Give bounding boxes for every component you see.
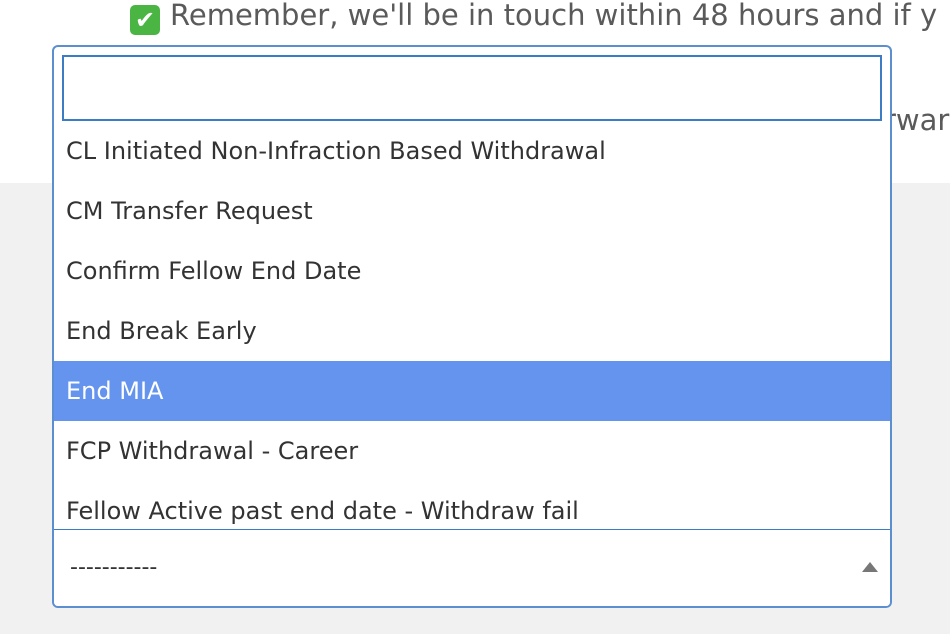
select-box[interactable]: ----------- — [54, 529, 890, 606]
option-item[interactable]: CM Transfer Request — [54, 181, 890, 241]
option-item[interactable]: Confirm Fellow End Date — [54, 241, 890, 301]
selected-value: ----------- — [70, 555, 158, 580]
check-mark-icon: ✔ — [130, 5, 160, 35]
option-item[interactable]: CL Initiated Non-Infraction Based Withdr… — [54, 121, 890, 181]
notice-text: Remember, we'll be in touch within 48 ho… — [170, 0, 938, 32]
partial-text-right: rwar — [884, 103, 950, 137]
select-dropdown[interactable]: CL Initiated Non-Infraction Based Withdr… — [52, 45, 892, 608]
search-input[interactable] — [62, 55, 882, 121]
option-item[interactable]: Fellow Active past end date - Withdraw f… — [54, 481, 890, 529]
options-list[interactable]: CL Initiated Non-Infraction Based Withdr… — [54, 121, 890, 529]
option-item-highlighted[interactable]: End MIA — [54, 361, 890, 421]
caret-up-icon[interactable] — [862, 562, 878, 572]
search-field-wrapper — [62, 55, 882, 121]
option-item[interactable]: End Break Early — [54, 301, 890, 361]
notice-text-line: ✔ Remember, we'll be in touch within 48 h… — [130, 0, 937, 35]
page: ✔ Remember, we'll be in touch within 48 h… — [0, 0, 950, 634]
option-item[interactable]: FCP Withdrawal - Career — [54, 421, 890, 481]
